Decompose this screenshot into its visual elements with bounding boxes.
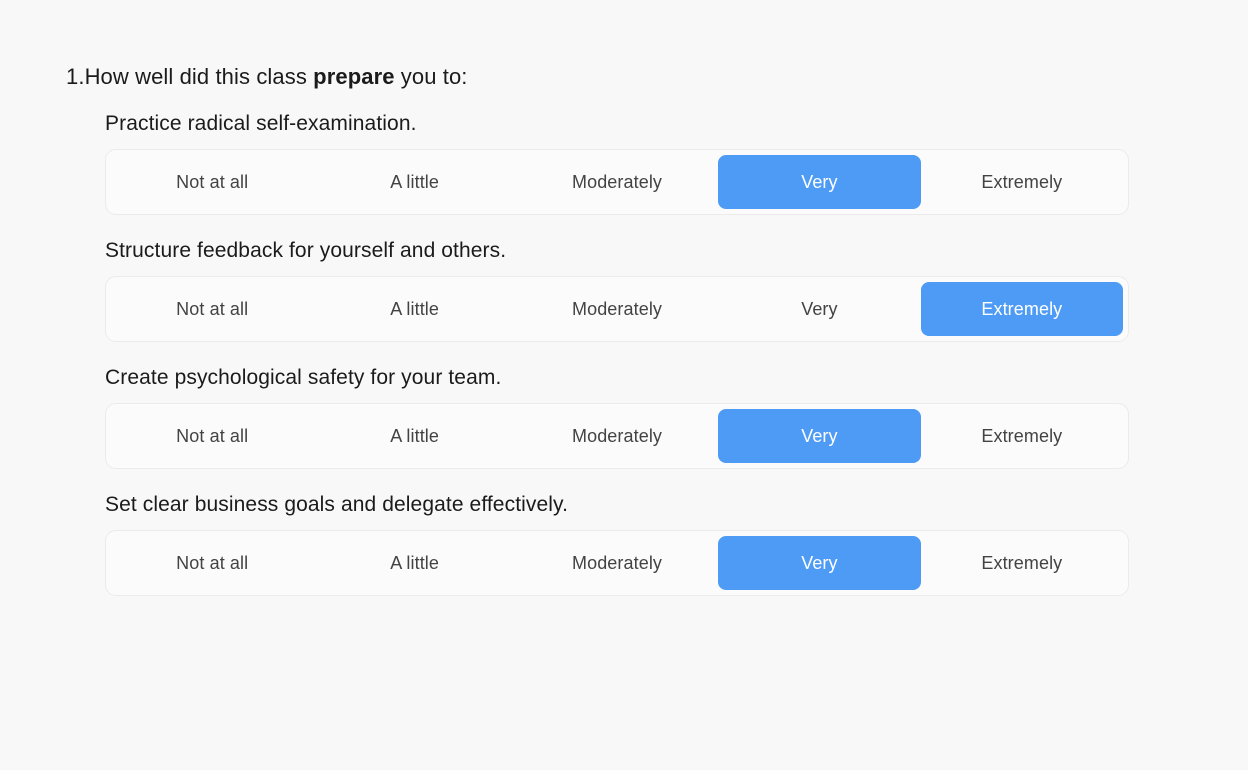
question-item-label: Create psychological safety for your tea… xyxy=(105,366,502,389)
question-title: 1.How well did this class prepare you to… xyxy=(66,62,1186,92)
scale-option-a-little[interactable]: A little xyxy=(313,536,515,590)
scale-option-extremely[interactable]: Extremely xyxy=(921,536,1123,590)
scale-option-not-at-all[interactable]: Not at all xyxy=(111,282,313,336)
scale-option-extremely[interactable]: Extremely xyxy=(921,155,1123,209)
question-items-list: Practice radical self-examination. Not at… xyxy=(66,110,1186,596)
question-block: 1.How well did this class prepare you to… xyxy=(66,62,1186,596)
question-item: Structure feedback for yourself and othe… xyxy=(105,237,1186,342)
survey-page: 1.How well did this class prepare you to… xyxy=(0,0,1248,770)
scale-option-a-little[interactable]: A little xyxy=(313,409,515,463)
scale-option-moderately[interactable]: Moderately xyxy=(516,155,718,209)
scale-option-very[interactable]: Very xyxy=(718,409,921,463)
question-item: Practice radical self-examination. Not at… xyxy=(105,110,1186,215)
scale-option-extremely[interactable]: Extremely xyxy=(920,282,1124,336)
question-item-label: Structure feedback for yourself and othe… xyxy=(105,239,507,262)
scale-option-a-little[interactable]: A little xyxy=(313,282,515,336)
question-item: Create psychological safety for your tea… xyxy=(105,364,1186,469)
rating-scale: Not at all A little Moderately Very Extremel… xyxy=(105,149,1129,215)
scale-option-not-at-all[interactable]: Not at all xyxy=(111,155,313,209)
scale-option-not-at-all[interactable]: Not at all xyxy=(111,536,313,590)
scale-option-a-little[interactable]: A little xyxy=(313,155,515,209)
scale-option-moderately[interactable]: Moderately xyxy=(516,282,718,336)
scale-option-very[interactable]: Very xyxy=(718,536,921,590)
scale-option-moderately[interactable]: Moderately xyxy=(516,536,718,590)
question-item: Set clear business goals and delegate ef… xyxy=(105,491,1186,596)
rating-scale: Not at all A little Moderately Very Extremel… xyxy=(105,530,1129,596)
scale-option-very[interactable]: Very xyxy=(718,282,920,336)
question-text-after: you to: xyxy=(394,64,468,89)
question-emphasis-word: prepare xyxy=(313,64,395,89)
scale-option-very[interactable]: Very xyxy=(718,155,921,209)
rating-scale: Not at all A little Moderately Very Extremel… xyxy=(105,276,1129,342)
question-number: 1. xyxy=(66,64,85,89)
question-item-label: Practice radical self-examination. xyxy=(105,112,417,135)
scale-option-not-at-all[interactable]: Not at all xyxy=(111,409,313,463)
scale-option-extremely[interactable]: Extremely xyxy=(921,409,1123,463)
question-item-label: Set clear business goals and delegate ef… xyxy=(105,493,569,516)
question-text-before: How well did this class xyxy=(84,64,314,89)
scale-option-moderately[interactable]: Moderately xyxy=(516,409,718,463)
rating-scale: Not at all A little Moderately Very Extremel… xyxy=(105,403,1129,469)
